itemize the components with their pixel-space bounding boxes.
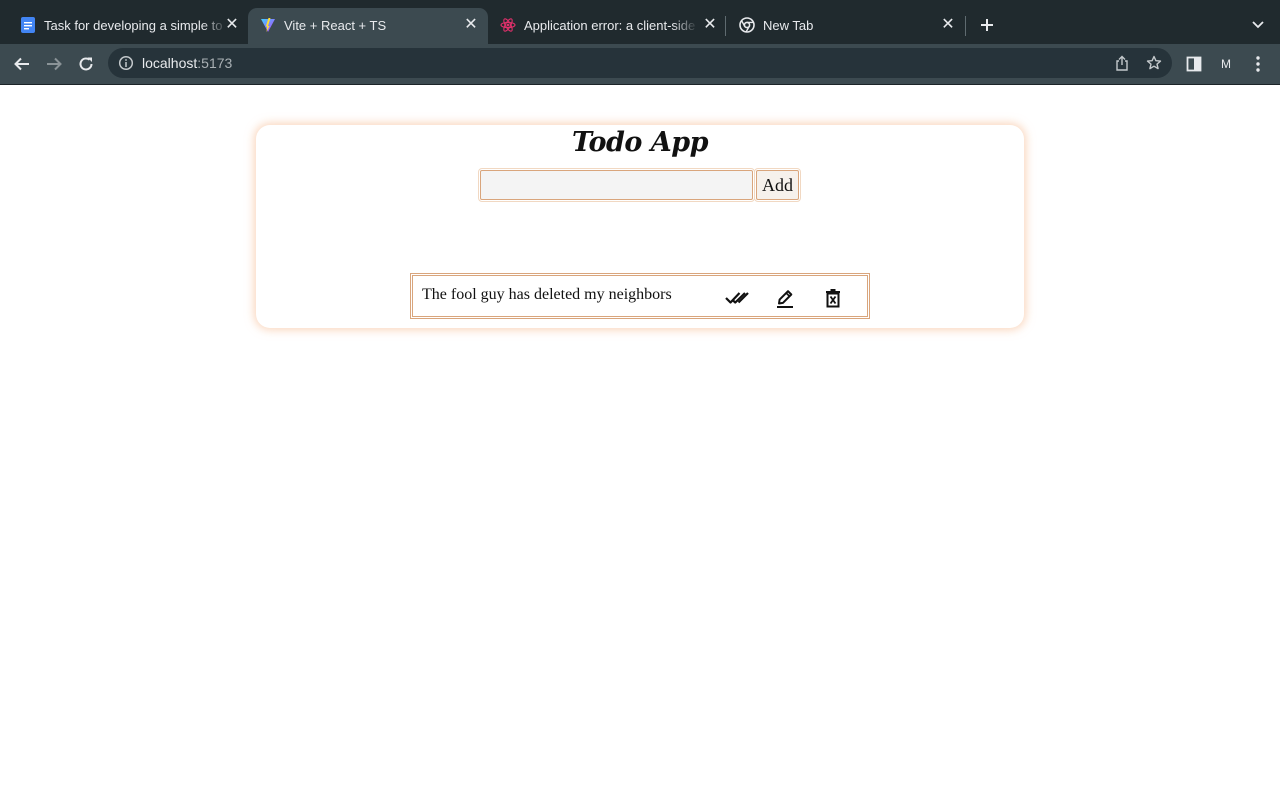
tab-application-error[interactable]: Application error: a client-side ✕ — [488, 8, 726, 44]
close-tab-icon[interactable]: ✕ — [223, 16, 241, 34]
plus-icon — [981, 19, 993, 31]
url-text[interactable]: localhost:5173 — [142, 54, 232, 72]
profile-avatar[interactable]: M — [1214, 52, 1238, 76]
pencil-icon[interactable] — [772, 286, 798, 310]
browser-tabstrip: Task for developing a simple to ✕ Vite +… — [0, 0, 1280, 44]
kebab-menu-icon — [1256, 56, 1260, 72]
tab-search-button[interactable] — [1248, 14, 1268, 36]
back-button[interactable] — [10, 52, 34, 76]
menu-button[interactable] — [1246, 52, 1270, 76]
page-title: Todo App — [572, 127, 709, 158]
chevron-down-icon — [1252, 21, 1264, 29]
info-icon[interactable] — [118, 55, 134, 71]
tab-vite-react[interactable]: Vite + React + TS ✕ — [248, 8, 488, 44]
url-port: :5173 — [197, 55, 233, 71]
close-tab-icon[interactable]: ✕ — [939, 16, 957, 34]
double-check-icon[interactable] — [725, 286, 751, 310]
arrow-right-icon — [47, 57, 62, 71]
chrome-icon — [739, 17, 755, 33]
reload-icon — [79, 57, 93, 71]
google-docs-icon — [20, 17, 36, 33]
todo-item: The fool guy has deleted my neighbors — [410, 273, 870, 319]
arrow-left-icon — [14, 57, 29, 71]
tab-title: Vite + React + TS — [284, 18, 387, 33]
tab-new-tab[interactable]: New Tab ✕ — [727, 8, 965, 44]
todo-input[interactable] — [478, 168, 755, 202]
side-panel-icon — [1186, 56, 1202, 72]
address-bar[interactable]: localhost:5173 — [108, 48, 1172, 78]
url-host: localhost — [142, 55, 198, 71]
forward-button[interactable] — [42, 52, 66, 76]
close-tab-icon[interactable]: ✕ — [462, 16, 480, 34]
todo-text: The fool guy has deleted my neighbors — [422, 286, 672, 303]
tab-title: Task for developing a simple to — [44, 18, 223, 33]
bookmark-star-icon[interactable] — [1145, 54, 1163, 72]
tab-title: Application error: a client-side — [524, 18, 696, 33]
trash-icon[interactable] — [820, 286, 846, 310]
add-button[interactable]: Add — [754, 168, 801, 202]
share-icon[interactable] — [1113, 54, 1131, 72]
vite-icon — [260, 17, 276, 33]
side-panel-button[interactable] — [1182, 52, 1206, 76]
new-tab-button[interactable] — [976, 14, 998, 36]
reload-button[interactable] — [74, 52, 98, 76]
tab-google-docs[interactable]: Task for developing a simple to ✕ — [8, 8, 248, 44]
close-tab-icon[interactable]: ✕ — [701, 16, 719, 34]
tab-title: New Tab — [763, 18, 814, 33]
react-icon — [500, 17, 516, 33]
